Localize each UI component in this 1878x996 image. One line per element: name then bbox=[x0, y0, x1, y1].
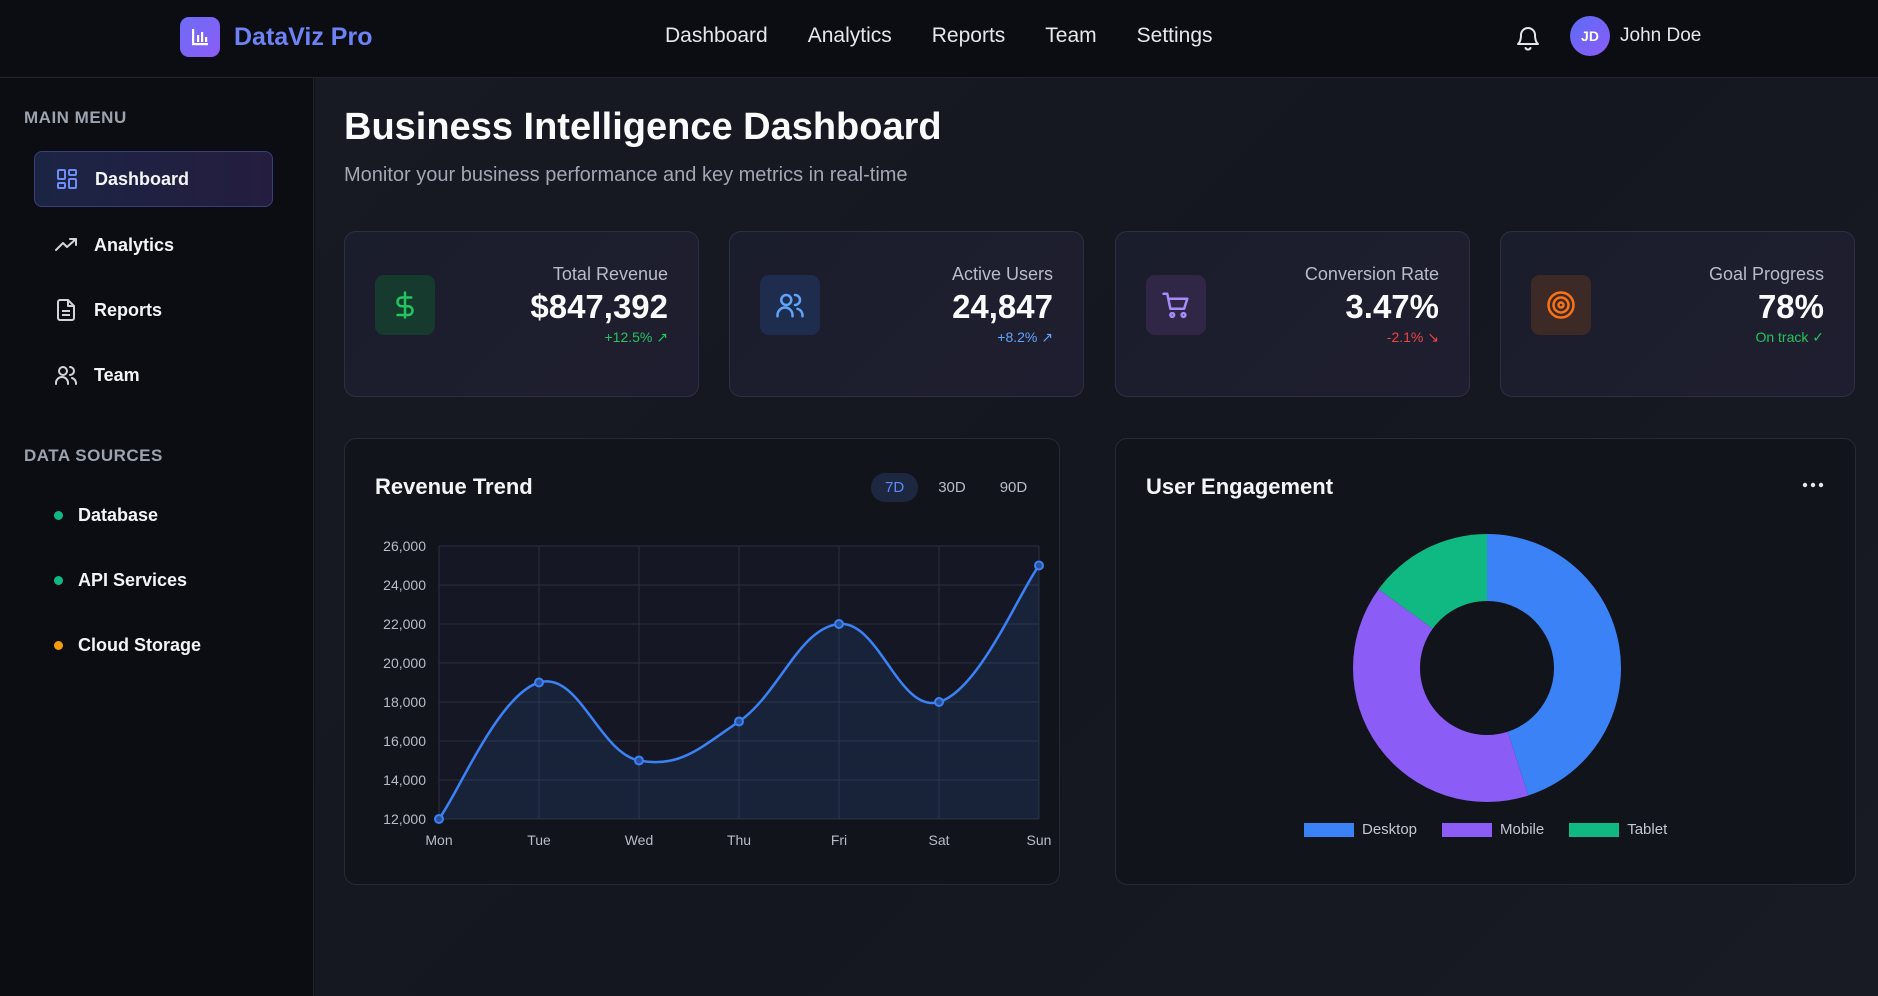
document-icon bbox=[54, 298, 78, 322]
legend-label: Desktop bbox=[1362, 821, 1418, 838]
kpi-card-goal[interactable]: Goal Progress 78% On track ✓ bbox=[1500, 231, 1855, 397]
y-tick-label: 16,000 bbox=[383, 733, 426, 749]
y-tick-label: 20,000 bbox=[383, 655, 426, 671]
user-name: John Doe bbox=[1620, 25, 1702, 46]
sidebar-item-dashboard[interactable]: Dashboard bbox=[34, 151, 273, 207]
y-tick-label: 26,000 bbox=[383, 538, 426, 554]
x-tick-label: Wed bbox=[625, 832, 654, 848]
x-tick-label: Sat bbox=[928, 832, 949, 848]
legend-label: Mobile bbox=[1500, 821, 1545, 838]
revenue-trend-panel: Revenue Trend 7D 30D 90D 26,000 24,000 22,… bbox=[344, 438, 1060, 885]
kpi-label: Conversion Rate bbox=[1304, 264, 1439, 284]
legend-label: Tablet bbox=[1627, 821, 1668, 838]
legend-item[interactable]: Mobile bbox=[1442, 821, 1544, 838]
x-tick-label: Fri bbox=[831, 832, 847, 848]
x-tick-label: Sun bbox=[1027, 832, 1052, 848]
sidebar-item-label: Dashboard bbox=[95, 168, 190, 189]
data-sources-heading: DATA SOURCES bbox=[24, 446, 163, 465]
kpi-delta: -2.1% ↘ bbox=[1386, 329, 1439, 345]
data-point[interactable] bbox=[434, 814, 444, 824]
avatar: JD bbox=[1570, 16, 1610, 56]
data-point[interactable] bbox=[734, 716, 744, 727]
kpi-card-conversion[interactable]: Conversion Rate 3.47% -2.1% ↘ bbox=[1115, 231, 1470, 397]
users-icon bbox=[54, 363, 78, 387]
kpi-delta: +12.5% ↗ bbox=[604, 329, 669, 345]
cart-icon bbox=[1146, 275, 1206, 335]
kpi-value: 24,847 bbox=[952, 288, 1053, 325]
kpi-label: Active Users bbox=[951, 264, 1053, 284]
user-menu[interactable]: JD John Doe bbox=[1570, 16, 1701, 56]
revenue-line-chart: 26,000 24,000 22,000 20,000 18,000 16,000 14,0… bbox=[383, 538, 1052, 848]
kpi-label: Goal Progress bbox=[1708, 264, 1824, 284]
chart-legend: Desktop Mobile Tablet bbox=[1304, 821, 1692, 838]
top-navigation-bar: DataViz Pro Dashboard Analytics Reports … bbox=[0, 0, 1878, 78]
data-point[interactable] bbox=[534, 677, 544, 688]
page-title: Business Intelligence Dashboard bbox=[344, 106, 942, 148]
y-tick-label: 12,000 bbox=[383, 811, 426, 827]
kpi-value: 78% bbox=[1757, 288, 1824, 325]
data-point[interactable] bbox=[934, 697, 944, 707]
nav-dashboard[interactable]: Dashboard bbox=[665, 24, 768, 48]
y-tick-label: 14,000 bbox=[383, 772, 426, 788]
sidebar: MAIN MENU Dashboard Analytics Reports Te… bbox=[0, 78, 314, 996]
legend-swatch bbox=[1569, 822, 1620, 837]
nav-team[interactable]: Team bbox=[1045, 24, 1096, 48]
y-tick-label: 22,000 bbox=[383, 616, 426, 632]
user-engagement-panel: User Engagement Desktop Mobile Tablet bbox=[1115, 438, 1856, 885]
x-tick-label: Tue bbox=[527, 832, 551, 848]
kpi-value: $847,392 bbox=[530, 288, 668, 325]
x-tick-label: Thu bbox=[727, 832, 751, 848]
kpi-card-revenue[interactable]: Total Revenue $847,392 +12.5% ↗ bbox=[344, 231, 699, 397]
kpi-label: Total Revenue bbox=[552, 264, 668, 284]
sidebar-item-label: Analytics bbox=[94, 234, 175, 255]
legend-swatch bbox=[1304, 822, 1354, 837]
source-database[interactable]: Database bbox=[54, 500, 158, 530]
sidebar-item-team[interactable]: Team bbox=[34, 347, 273, 403]
legend-item[interactable]: Tablet bbox=[1569, 821, 1667, 838]
sidebar-item-analytics[interactable]: Analytics bbox=[34, 217, 273, 273]
legend-item[interactable]: Desktop bbox=[1304, 821, 1417, 838]
data-point[interactable] bbox=[634, 755, 644, 766]
main-nav: Dashboard Analytics Reports Team Setting… bbox=[665, 24, 1253, 48]
source-label: API Services bbox=[78, 569, 188, 590]
y-tick-label: 18,000 bbox=[383, 694, 426, 710]
nav-settings[interactable]: Settings bbox=[1137, 24, 1213, 48]
kpi-card-users[interactable]: Active Users 24,847 +8.2% ↗ bbox=[729, 231, 1084, 397]
source-label: Database bbox=[78, 504, 159, 525]
page-subtitle: Monitor your business performance and ke… bbox=[344, 164, 908, 186]
nav-analytics[interactable]: Analytics bbox=[808, 24, 892, 48]
donut-slice-mobile[interactable] bbox=[1353, 589, 1529, 802]
brand-name: DataViz Pro bbox=[234, 22, 373, 51]
sidebar-item-label: Reports bbox=[94, 299, 163, 320]
source-cloud-storage[interactable]: Cloud Storage bbox=[54, 630, 201, 660]
sidebar-item-reports[interactable]: Reports bbox=[34, 282, 273, 338]
data-point[interactable] bbox=[834, 619, 844, 629]
target-icon bbox=[1531, 275, 1591, 335]
engagement-donut-chart bbox=[1353, 534, 1621, 802]
source-label: Cloud Storage bbox=[78, 634, 202, 655]
y-tick-label: 24,000 bbox=[383, 577, 426, 593]
bar-chart-logo-icon bbox=[180, 17, 220, 57]
status-dot bbox=[54, 575, 63, 585]
brand[interactable]: DataViz Pro bbox=[180, 17, 372, 57]
data-point[interactable] bbox=[1034, 560, 1044, 571]
dollar-icon bbox=[375, 275, 435, 335]
legend-swatch bbox=[1442, 822, 1493, 837]
kpi-value: 3.47% bbox=[1345, 288, 1439, 325]
main-menu-heading: MAIN MENU bbox=[24, 108, 127, 127]
grid-icon bbox=[55, 167, 79, 191]
x-tick-label: Mon bbox=[425, 832, 452, 848]
kpi-delta: On track ✓ bbox=[1755, 329, 1824, 345]
users-icon bbox=[760, 275, 820, 335]
nav-reports[interactable]: Reports bbox=[932, 24, 1006, 48]
main-content: Business Intelligence Dashboard Monitor … bbox=[315, 78, 1878, 996]
status-dot bbox=[54, 510, 63, 520]
sidebar-item-label: Team bbox=[94, 364, 140, 385]
bell-icon[interactable] bbox=[1515, 24, 1541, 52]
trending-up-icon bbox=[54, 233, 78, 257]
status-dot bbox=[54, 640, 63, 650]
source-api-services[interactable]: API Services bbox=[54, 565, 187, 595]
kpi-delta: +8.2% ↗ bbox=[997, 329, 1053, 345]
